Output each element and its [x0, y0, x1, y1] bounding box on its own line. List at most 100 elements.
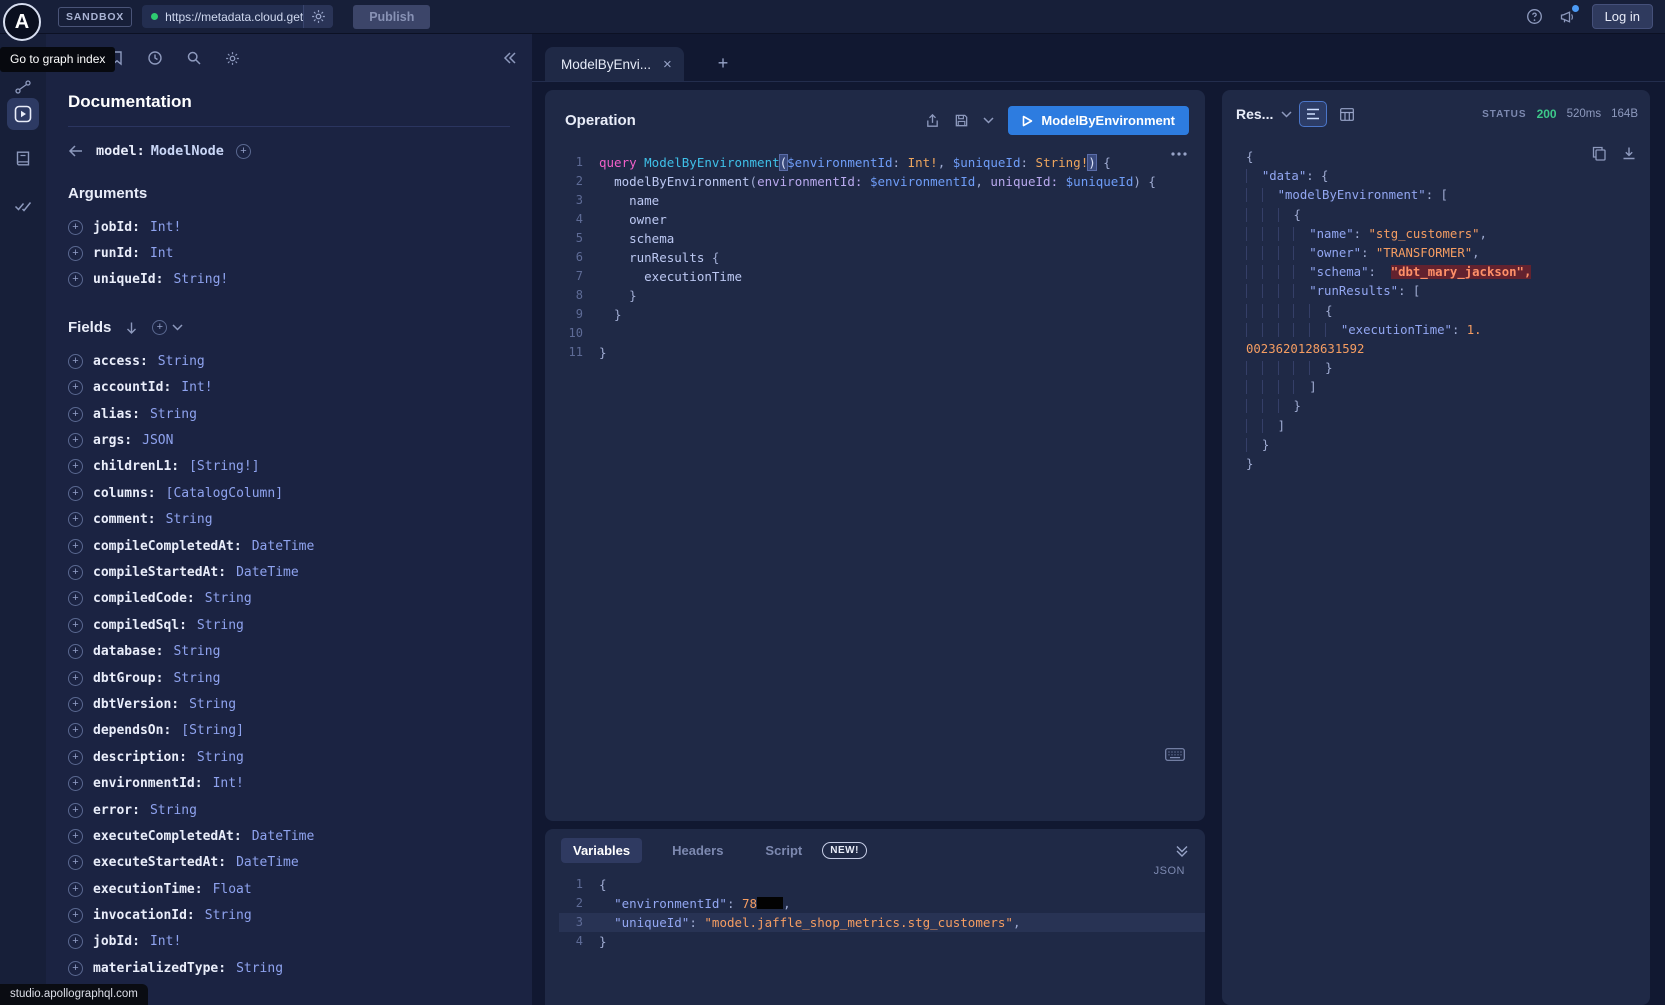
variables-editor[interactable]: 1{2 "environmentId": 78,3 "uniqueId": "m… [545, 869, 1205, 951]
save-menu-chevron-icon[interactable] [983, 117, 994, 124]
add-field-icon[interactable]: + [68, 750, 83, 765]
publish-button[interactable]: Publish [353, 5, 430, 29]
code-line[interactable]: "data": { [1246, 167, 1638, 186]
code-line[interactable]: "owner": "TRANSFORMER", [1246, 244, 1638, 263]
add-field-icon[interactable]: + [68, 934, 83, 949]
code-line[interactable]: 11} [559, 343, 1205, 362]
keyboard-shortcuts-icon[interactable] [1165, 748, 1185, 761]
formatted-view-button[interactable] [1300, 102, 1326, 126]
code-line[interactable]: "modelByEnvironment": [ [1246, 186, 1638, 205]
doc-field-row[interactable]: +dependsOn:[String] [68, 718, 510, 744]
connection-settings-icon[interactable] [303, 5, 333, 28]
doc-field-row[interactable]: +error:String [68, 797, 510, 823]
code-line[interactable]: 2 modelByEnvironment(environmentId: $env… [559, 172, 1205, 191]
code-line[interactable]: { [1246, 206, 1638, 225]
table-view-button[interactable] [1334, 102, 1360, 126]
settings-icon[interactable] [225, 51, 240, 66]
code-line[interactable]: { [1246, 302, 1638, 321]
add-field-icon[interactable]: + [68, 723, 83, 738]
collapse-panel-icon[interactable] [1175, 844, 1189, 858]
doc-field-row[interactable]: +materializedType:String [68, 955, 510, 981]
add-field-icon[interactable]: + [68, 433, 83, 448]
add-field-icon[interactable]: + [68, 459, 83, 474]
operation-menu-icon[interactable] [1171, 152, 1187, 156]
doc-field-row[interactable]: +compileCompletedAt:DateTime [68, 533, 510, 559]
doc-field-row[interactable]: +jobId:Int! [68, 929, 510, 955]
code-line[interactable]: } [1246, 455, 1638, 474]
add-field-icon[interactable]: + [68, 697, 83, 712]
operation-tab[interactable]: ModelByEnvi... × [545, 47, 684, 81]
response-selector[interactable]: Res... [1236, 106, 1273, 122]
response-chevron-icon[interactable] [1281, 111, 1292, 118]
doc-field-row[interactable]: +invocationId:String [68, 902, 510, 928]
doc-field-row[interactable]: +database:String [68, 638, 510, 664]
code-line[interactable]: 5 schema [559, 229, 1205, 248]
explorer-icon[interactable] [7, 98, 39, 130]
add-field-icon[interactable]: + [68, 671, 83, 686]
add-field-icon[interactable]: + [68, 512, 83, 527]
code-line[interactable]: 4 owner [559, 210, 1205, 229]
add-all-fields-icon[interactable]: + [152, 320, 167, 335]
add-field-icon[interactable]: + [68, 882, 83, 897]
add-field-icon[interactable]: + [68, 246, 83, 261]
code-line[interactable]: 10 [559, 324, 1205, 343]
doc-field-row[interactable]: +executeCompletedAt:DateTime [68, 823, 510, 849]
code-line[interactable]: 7 executionTime [559, 267, 1205, 286]
code-line[interactable]: { [1246, 148, 1638, 167]
doc-field-row[interactable]: +uniqueId:String! [68, 267, 510, 293]
code-line[interactable]: } [1246, 397, 1638, 416]
doc-field-row[interactable]: +access:String [68, 348, 510, 374]
code-line[interactable]: 3 "uniqueId": "model.jaffle_shop_metrics… [559, 913, 1205, 932]
sort-descending-icon[interactable] [125, 321, 138, 335]
doc-field-row[interactable]: +columns:[CatalogColumn] [68, 480, 510, 506]
code-line[interactable]: 0023620128631592 [1246, 340, 1638, 359]
add-field-icon[interactable]: + [68, 220, 83, 235]
add-field-icon[interactable]: + [68, 486, 83, 501]
add-field-icon[interactable]: + [68, 618, 83, 633]
code-line[interactable]: 3 name [559, 191, 1205, 210]
doc-field-row[interactable]: +childrenL1:[String!] [68, 454, 510, 480]
code-line[interactable]: } [1246, 359, 1638, 378]
add-field-icon[interactable]: + [68, 354, 83, 369]
doc-field-row[interactable]: +runId:Int [68, 240, 510, 266]
code-line[interactable]: ] [1246, 378, 1638, 397]
add-field-icon[interactable]: + [68, 380, 83, 395]
download-response-icon[interactable] [1622, 146, 1636, 161]
operation-editor[interactable]: 1query ModelByEnvironment($environmentId… [545, 143, 1205, 362]
doc-field-row[interactable]: +compiledCode:String [68, 586, 510, 612]
search-icon[interactable] [186, 50, 202, 66]
code-line[interactable]: 6 runResults { [559, 248, 1205, 267]
checklist-icon[interactable] [14, 198, 32, 214]
add-fields-group[interactable]: + [152, 320, 183, 335]
graph-index-icon[interactable] [15, 80, 31, 94]
code-line[interactable]: "runResults": [ [1246, 282, 1638, 301]
add-field-icon[interactable]: + [68, 908, 83, 923]
notifications-icon[interactable] [1559, 9, 1576, 25]
new-tab-button[interactable]: + [710, 50, 736, 76]
add-field-icon[interactable]: + [68, 803, 83, 818]
code-line[interactable]: 8 } [559, 286, 1205, 305]
collapse-sidebar-icon[interactable] [502, 51, 518, 65]
code-line[interactable]: "name": "stg_customers", [1246, 225, 1638, 244]
doc-field-row[interactable]: +accountId:Int! [68, 375, 510, 401]
code-line[interactable]: 1{ [559, 875, 1205, 894]
tab-script[interactable]: Script [753, 838, 814, 863]
add-field-icon[interactable]: + [68, 539, 83, 554]
code-line[interactable]: 1query ModelByEnvironment($environmentId… [559, 153, 1205, 172]
chevron-down-icon[interactable] [172, 324, 183, 331]
add-field-icon[interactable]: + [68, 591, 83, 606]
code-line[interactable]: 2 "environmentId": 78, [559, 894, 1205, 913]
schema-icon[interactable] [15, 150, 32, 167]
doc-field-row[interactable]: +comment:String [68, 507, 510, 533]
apollo-logo[interactable]: A [3, 3, 41, 41]
share-icon[interactable] [925, 113, 940, 129]
code-line[interactable]: 4} [559, 932, 1205, 951]
add-field-icon[interactable]: + [68, 961, 83, 976]
add-field-icon[interactable]: + [68, 829, 83, 844]
close-tab-icon[interactable]: × [663, 57, 672, 72]
login-button[interactable]: Log in [1592, 4, 1653, 29]
doc-field-row[interactable]: +executeStartedAt:DateTime [68, 850, 510, 876]
doc-field-row[interactable]: +environmentId:Int! [68, 770, 510, 796]
tab-headers[interactable]: Headers [660, 838, 735, 863]
doc-field-row[interactable]: +executionTime:Float [68, 876, 510, 902]
